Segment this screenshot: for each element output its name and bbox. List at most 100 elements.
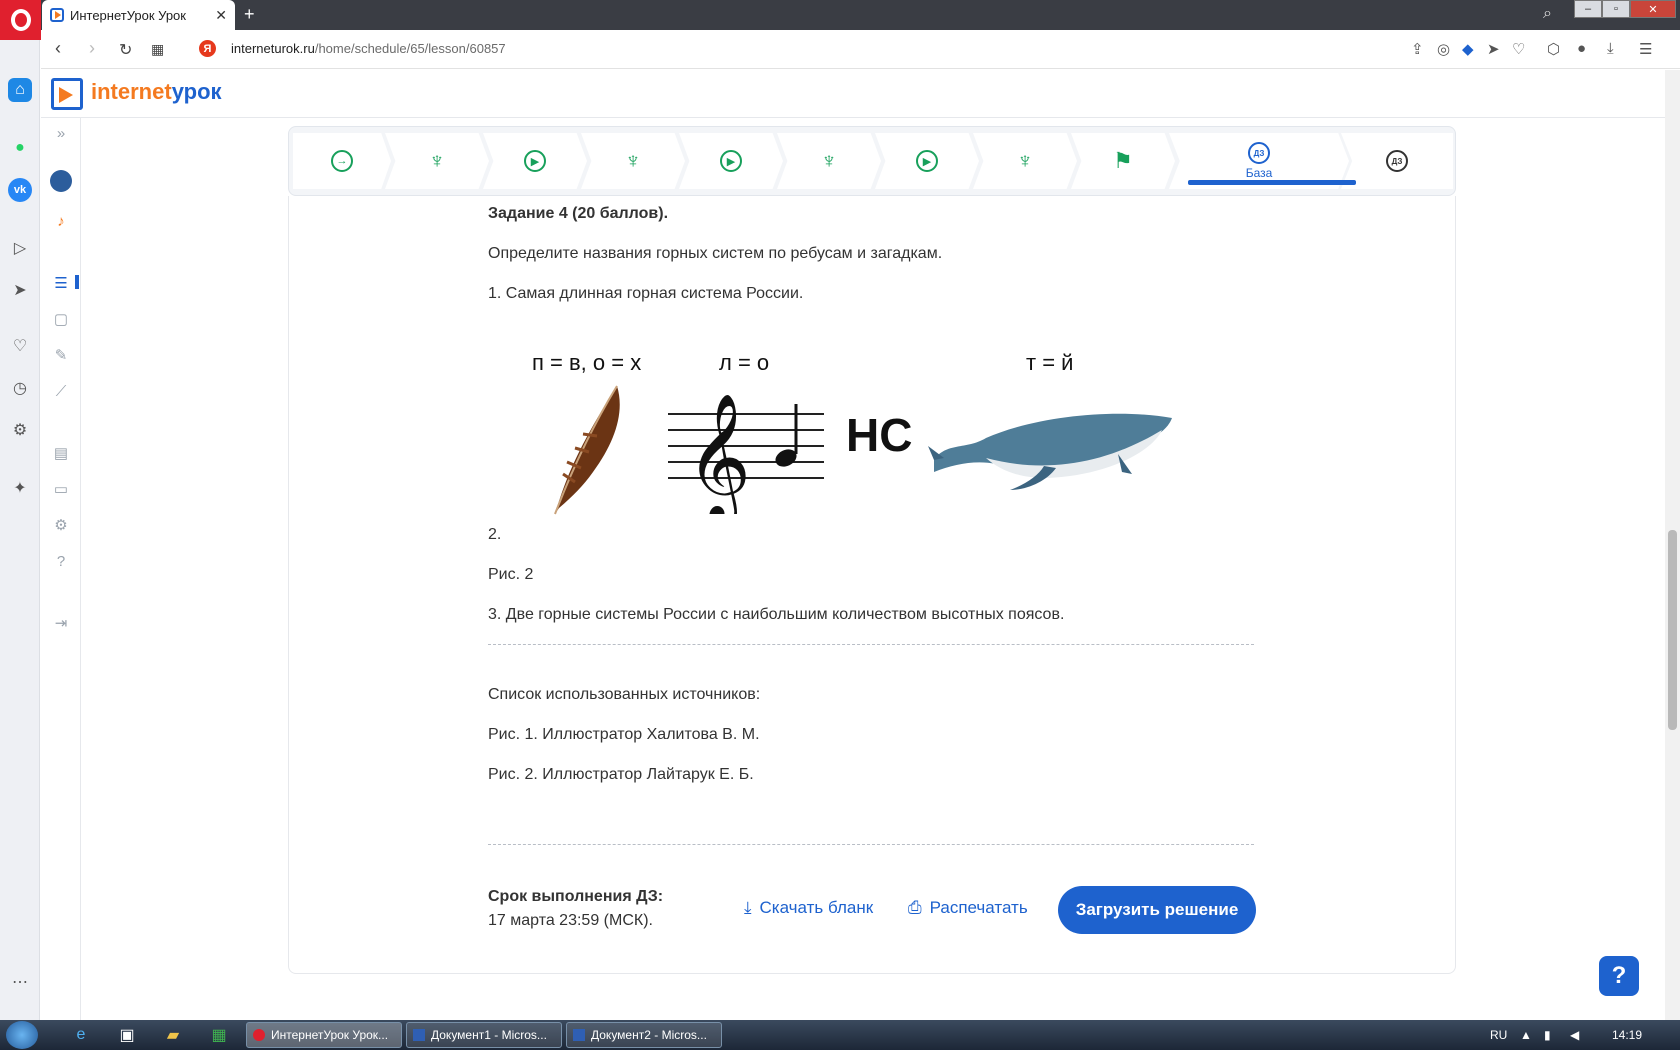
opera-logo-icon[interactable] [0, 0, 41, 40]
dumbbell-icon: ♆ [624, 148, 642, 173]
step-active-label: База [1245, 166, 1273, 180]
reload-icon[interactable]: ↻ [119, 40, 132, 60]
arrow-right-icon: → [331, 150, 353, 172]
send-sidebar-icon[interactable]: ➤ [8, 278, 32, 302]
ie-icon[interactable]: e [70, 1024, 92, 1046]
url-field[interactable]: interneturok.ru/home/schedule/65/lesson/… [231, 41, 506, 56]
language-indicator[interactable]: RU [1490, 1028, 1507, 1042]
address-bar: ‹ › ↻ ▦ Я interneturok.ru/home/schedule/… [41, 30, 1680, 69]
clock[interactable]: 14:19 [1612, 1028, 1642, 1042]
whatsapp-icon[interactable]: ● [8, 136, 32, 160]
step-training-1[interactable]: ♆ [385, 133, 489, 189]
step-training-2[interactable]: ♆ [581, 133, 685, 189]
taskbar-item-doc2[interactable]: Документ2 - Micros... [566, 1022, 722, 1048]
step-training-4[interactable]: ♆ [973, 133, 1077, 189]
url-path: /home/schedule/65/lesson/60857 [314, 41, 506, 56]
schedule-list-icon[interactable]: ☰ [50, 272, 72, 294]
avatar[interactable] [50, 170, 72, 192]
browser-tab[interactable]: ИнтернетУрок Урок ✕ [42, 0, 235, 30]
download-form-label: Скачать бланк [759, 898, 874, 917]
cube-icon[interactable]: ⬡ [1547, 40, 1560, 58]
lesson-content-card [288, 196, 1456, 974]
tray-arrow-icon[interactable]: ▲ [1520, 1028, 1532, 1042]
rebus-label-1: п = в, о = х [532, 350, 642, 375]
task-item-1: 1. Самая длинная горная система России. [488, 285, 804, 302]
journal-icon[interactable]: ▢ [50, 308, 72, 330]
logout-icon[interactable]: ⇥ [50, 612, 72, 634]
bulb-icon[interactable]: ✦ [8, 476, 32, 500]
taskbar-item-browser[interactable]: ИнтернетУрок Урок... [246, 1022, 402, 1048]
help-rail-icon[interactable]: ? [50, 550, 72, 572]
history-icon[interactable]: ◷ [8, 376, 32, 400]
task-item-3: 3. Две горные системы России с наибольши… [488, 606, 1065, 623]
tab-search-icon[interactable]: ⌕ [1543, 5, 1552, 23]
network-icon[interactable]: ▮ [1544, 1028, 1551, 1042]
bell-icon[interactable]: ♪ [50, 210, 72, 232]
word-task-icon [413, 1029, 425, 1041]
shield-icon[interactable]: ◆ [1462, 40, 1474, 58]
step-video-2[interactable]: ▶ [679, 133, 783, 189]
rebus-letters: НС [846, 409, 913, 461]
stats-icon[interactable]: ⟋ [50, 380, 72, 402]
vk-icon[interactable]: vk [8, 178, 32, 202]
more-icon[interactable]: ⋯ [8, 970, 32, 994]
close-window-button[interactable]: ✕ [1630, 0, 1676, 18]
step-homework-extra[interactable]: ДЗ [1341, 133, 1453, 189]
volume-icon[interactable]: ◀ [1570, 1028, 1579, 1042]
player-icon[interactable]: ▷ [8, 236, 32, 260]
start-button[interactable] [6, 1021, 38, 1049]
deadline-label: Срок выполнения ДЗ: [488, 888, 664, 905]
step-training-3[interactable]: ♆ [777, 133, 881, 189]
new-tab-icon[interactable]: + [244, 4, 255, 25]
share-icon[interactable]: ⇪ [1411, 40, 1424, 58]
upload-solution-button[interactable]: Загрузить решение [1058, 886, 1256, 934]
rebus-label-3: т = й [1026, 350, 1074, 375]
homework-icon[interactable]: ✎ [50, 344, 72, 366]
download-icon[interactable]: ⤓ [1607, 40, 1614, 57]
task-item-2: 2. [488, 526, 502, 543]
step-intro[interactable]: → [293, 133, 391, 189]
step-finish[interactable]: ⚑ [1071, 133, 1175, 189]
step-video-3[interactable]: ▶ [875, 133, 979, 189]
expand-icon[interactable]: » [50, 122, 72, 144]
taskbar-item-label: Документ1 - Micros... [431, 1028, 547, 1042]
minimize-button[interactable]: – [1574, 0, 1602, 18]
lesson-steps-nav: → ♆ ▶ ♆ ▶ ♆ ▶ ♆ ⚑ ДЗ База ДЗ [288, 126, 1456, 196]
browser-tabbar: ИнтернетУрок Урок ✕ + ⌕ – ▫ ✕ [0, 0, 1680, 30]
tab-close-icon[interactable]: ✕ [215, 7, 227, 24]
speed-dial-icon[interactable]: ▦ [151, 41, 164, 58]
opera-sidebar: ⌂ ● vk ▷ ➤ ♡ ◷ ⚙ ✦ ⋯ [0, 40, 40, 1020]
site-logo[interactable]: internetурок [91, 79, 222, 105]
send-icon[interactable]: ➤ [1487, 40, 1500, 58]
logo-part-1: internet [91, 79, 172, 104]
scrollbar-thumb[interactable] [1668, 530, 1677, 730]
heart-icon[interactable]: ♡ [1512, 40, 1525, 58]
settings-icon[interactable]: ⚙ [8, 418, 32, 442]
print-button[interactable]: ⎙ Распечатать [908, 898, 1028, 918]
media-icon[interactable]: ▣ [116, 1024, 138, 1046]
forward-icon[interactable]: › [89, 38, 95, 59]
dumbbell-icon: ♆ [1016, 148, 1034, 173]
documents-icon[interactable]: ▤ [50, 442, 72, 464]
back-icon[interactable]: ‹ [55, 38, 61, 59]
logo-icon[interactable] [51, 78, 83, 110]
excel-icon[interactable]: ▦ [208, 1024, 230, 1046]
download-form-button[interactable]: ⤓ Скачать бланк [744, 898, 873, 918]
whale-image [928, 413, 1172, 490]
wallet-icon[interactable]: ▭ [50, 478, 72, 500]
menu-icon[interactable]: ☰ [1639, 40, 1652, 58]
page-scrollbar[interactable] [1665, 70, 1680, 1020]
maximize-button[interactable]: ▫ [1602, 0, 1630, 18]
step-video-1[interactable]: ▶ [483, 133, 587, 189]
help-button[interactable]: ? [1599, 956, 1639, 996]
yandex-icon[interactable]: Я [199, 40, 216, 57]
rail-settings-icon[interactable]: ⚙ [50, 514, 72, 536]
account-icon[interactable]: ● [1577, 40, 1586, 57]
opera-task-icon [253, 1029, 265, 1041]
explorer-icon[interactable]: ▰ [162, 1024, 184, 1046]
taskbar-item-doc1[interactable]: Документ1 - Micros... [406, 1022, 562, 1048]
favorites-icon[interactable]: ♡ [8, 334, 32, 358]
sources-title: Список использованных источников: [488, 686, 761, 703]
camera-icon[interactable]: ◎ [1437, 40, 1450, 58]
home-icon[interactable]: ⌂ [8, 78, 32, 102]
